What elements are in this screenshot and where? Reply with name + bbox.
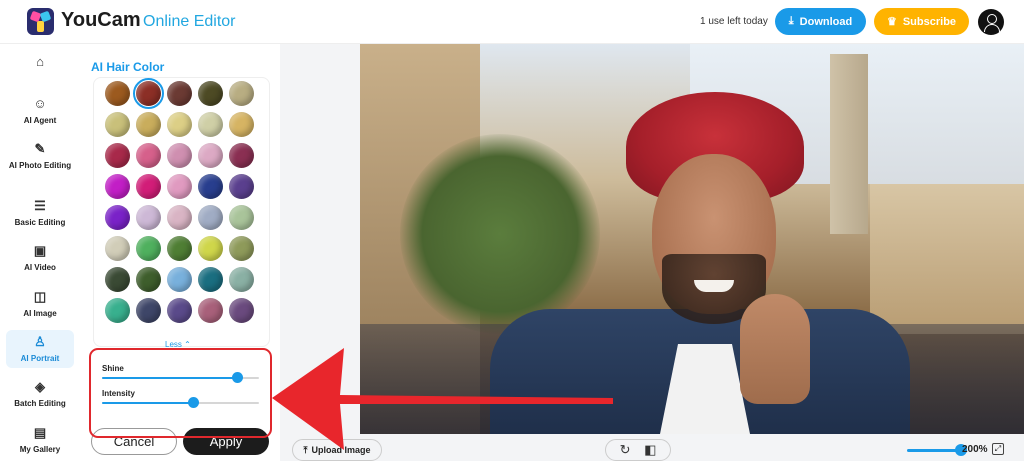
hair-color-swatch[interactable]	[229, 298, 254, 323]
hair-color-swatch[interactable]	[229, 81, 254, 106]
nav-label: Batch Editing	[14, 399, 66, 408]
reset-icon[interactable]: ↻	[620, 442, 631, 458]
nav-item-basic-editing[interactable]: ☰ Basic Editing	[6, 198, 74, 227]
hair-color-swatch[interactable]	[136, 112, 161, 137]
gallery-icon: ▤	[33, 425, 47, 440]
hair-color-swatch[interactable]	[105, 205, 130, 230]
hair-color-swatch[interactable]	[105, 143, 130, 168]
hair-color-swatch[interactable]	[105, 81, 130, 106]
hair-color-swatch[interactable]	[105, 267, 130, 292]
hair-color-swatch[interactable]	[167, 81, 192, 106]
hair-color-swatch[interactable]	[105, 236, 130, 261]
video-icon: ▣	[33, 243, 47, 258]
nav-label: AI Portrait	[20, 354, 60, 363]
hair-color-swatch[interactable]	[133, 78, 164, 109]
uses-left-text: 1 use left today	[700, 16, 768, 27]
brand-subtitle: Online Editor	[143, 13, 236, 30]
crown-icon: ♛	[886, 16, 897, 28]
upload-icon: ⤒	[303, 444, 308, 455]
hair-color-swatch[interactable]	[167, 143, 192, 168]
nav-label: Basic Editing	[14, 218, 66, 227]
upload-label: Upload Image	[311, 445, 371, 455]
magic-wand-icon: ✎	[34, 141, 46, 156]
nav-label: AI Photo Editing	[8, 161, 72, 170]
nav-label: My Gallery	[19, 445, 61, 454]
image-sparkle-icon: ◫	[33, 289, 47, 304]
top-header: YouCam Online Editor 1 use left today ⤓ …	[0, 0, 1024, 44]
hair-color-swatch[interactable]	[229, 205, 254, 230]
hair-color-swatch[interactable]	[105, 174, 130, 199]
hair-color-swatch[interactable]	[198, 112, 223, 137]
nav-item-home[interactable]: ⌂	[6, 54, 74, 76]
hair-color-swatch[interactable]	[229, 174, 254, 199]
hair-color-swatch[interactable]	[136, 174, 161, 199]
brand-name: YouCam	[61, 9, 141, 31]
hair-color-swatch[interactable]	[229, 267, 254, 292]
nav-item-ai-agent[interactable]: ☺ AI Agent	[6, 96, 74, 125]
hair-color-swatch[interactable]	[198, 298, 223, 323]
nav-item-ai-photo-editing[interactable]: ✎ AI Photo Editing	[6, 141, 74, 170]
zoom-level: 200%	[962, 444, 988, 455]
hair-color-swatch[interactable]	[167, 205, 192, 230]
slider-highlight-box	[89, 348, 272, 438]
hair-color-swatch[interactable]	[105, 112, 130, 137]
subscribe-button[interactable]: ♛ Subscribe	[874, 8, 969, 35]
hair-color-swatch[interactable]	[229, 112, 254, 137]
nav-label: AI Video	[24, 263, 56, 272]
canvas-tools: ↻ ◧	[605, 439, 671, 461]
portrait-icon: ♙	[34, 334, 46, 349]
editor-canvas: ⤒ Upload Image ↻ ◧ 200% ⤢	[280, 44, 1024, 461]
hair-color-swatch[interactable]	[136, 298, 161, 323]
nav-item-ai-portrait[interactable]: ♙ AI Portrait	[6, 330, 74, 368]
user-avatar[interactable]	[978, 9, 1004, 35]
hair-color-swatch[interactable]	[136, 267, 161, 292]
hair-color-swatch[interactable]	[167, 267, 192, 292]
sliders-icon: ☰	[34, 198, 46, 213]
hair-color-swatch[interactable]	[136, 236, 161, 261]
hair-color-swatch[interactable]	[198, 205, 223, 230]
hair-color-swatch[interactable]	[167, 236, 192, 261]
hair-color-swatch[interactable]	[167, 174, 192, 199]
upload-image-button[interactable]: ⤒ Upload Image	[292, 439, 382, 461]
hair-color-swatch[interactable]	[136, 143, 161, 168]
robot-icon: ☺	[33, 96, 47, 111]
swatch-grid	[93, 77, 270, 347]
home-icon: ⌂	[36, 54, 44, 69]
nav-label: AI Image	[23, 309, 57, 318]
left-nav: ⌂ ☺ AI Agent ✎ AI Photo Editing ☰ Basic …	[0, 44, 80, 461]
fit-screen-icon[interactable]: ⤢	[992, 443, 1004, 455]
hair-color-swatch[interactable]	[167, 298, 192, 323]
hair-color-swatch[interactable]	[105, 298, 130, 323]
download-button[interactable]: ⤓ Download	[775, 8, 866, 35]
download-icon: ⤓	[788, 15, 794, 27]
hair-color-swatch[interactable]	[198, 143, 223, 168]
nav-item-my-gallery[interactable]: ▤ My Gallery	[6, 425, 74, 454]
hair-color-swatch[interactable]	[167, 112, 192, 137]
panel-title: AI Hair Color	[91, 60, 165, 74]
nav-item-ai-video[interactable]: ▣ AI Video	[6, 243, 74, 272]
hair-color-swatch[interactable]	[229, 236, 254, 261]
hair-color-swatch[interactable]	[198, 174, 223, 199]
compare-icon[interactable]: ◧	[644, 442, 656, 458]
hair-color-swatch[interactable]	[198, 267, 223, 292]
hair-color-swatch[interactable]	[136, 205, 161, 230]
subscribe-label: Subscribe	[902, 15, 957, 28]
download-label: Download	[799, 15, 853, 28]
hair-color-swatch[interactable]	[198, 236, 223, 261]
nav-item-ai-image[interactable]: ◫ AI Image	[6, 289, 74, 318]
nav-item-batch-editing[interactable]: ◈ Batch Editing	[6, 379, 74, 408]
portrait-photo	[360, 44, 1024, 434]
hair-color-swatch[interactable]	[229, 143, 254, 168]
youcam-logo-icon[interactable]	[27, 8, 54, 35]
nav-label: AI Agent	[23, 116, 57, 125]
layers-icon: ◈	[35, 379, 45, 394]
hair-color-swatch[interactable]	[198, 81, 223, 106]
